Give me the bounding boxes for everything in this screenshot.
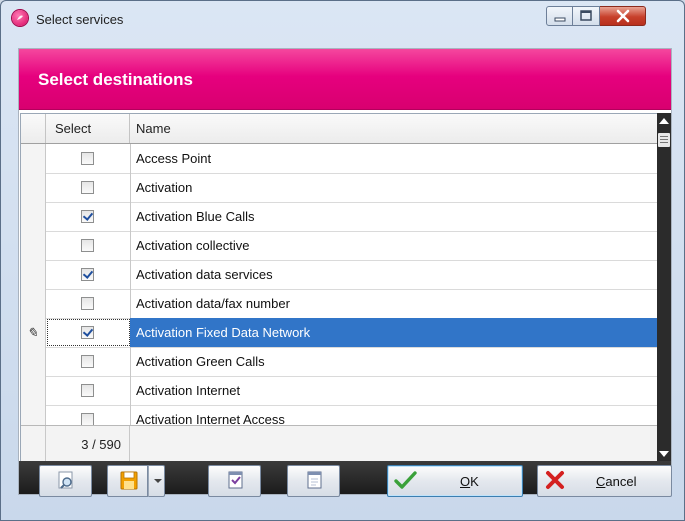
service-name-cell[interactable]: Activation [130,173,657,202]
footer-indicator-cell [21,426,46,462]
service-name-cell[interactable]: Activation data/fax number [130,289,657,318]
row-indicator[interactable] [21,289,46,318]
service-name-cell[interactable]: Activation collective [130,231,657,260]
row-indicator[interactable] [21,260,46,289]
scroll-down-icon[interactable] [659,451,669,457]
close-icon [616,9,630,23]
select-checkbox[interactable] [81,326,94,339]
select-checkbox[interactable] [81,384,94,397]
dialog-client-area: Select destinations Select Name Access P… [18,48,672,497]
column-header-select[interactable]: Select [46,114,130,143]
cancel-label: Cancel [596,474,637,489]
service-name-cell[interactable]: Activation data services [130,260,657,289]
dialog-window: Select services Select destinations Sele… [0,0,685,521]
maximize-icon [580,10,592,21]
save-options-dropdown[interactable] [148,465,165,497]
select-checkbox[interactable] [81,239,94,252]
ok-label: OK [460,474,479,489]
save-icon [120,471,138,490]
table-row[interactable]: Activation [21,173,657,203]
select-cell[interactable] [46,347,131,376]
preview-button[interactable] [39,465,92,497]
vertical-scrollbar[interactable] [657,113,671,462]
select-cell[interactable] [46,289,131,318]
select-cell[interactable] [46,260,131,289]
select-checkbox[interactable] [81,210,94,223]
app-icon [12,10,28,26]
close-button[interactable] [600,6,646,26]
service-name-cell[interactable]: Activation Internet [130,376,657,405]
row-indicator[interactable] [21,376,46,405]
service-name-cell[interactable]: Activation Blue Calls [130,202,657,231]
row-indicator[interactable] [21,202,46,231]
table-row[interactable]: Activation data/fax number [21,289,657,319]
select-cell[interactable] [46,231,131,260]
select-cell[interactable] [46,376,131,405]
table-row[interactable]: Activation Blue Calls [21,202,657,232]
minimize-icon [554,17,566,22]
bottom-toolbar: OK Cancel [19,461,672,497]
scroll-up-icon[interactable] [659,118,669,124]
grid-footer: 3 / 590 [21,425,657,462]
scroll-thumb[interactable] [658,133,670,147]
table-row[interactable]: Activation data services [21,260,657,290]
select-checkbox[interactable] [81,355,94,368]
row-indicator[interactable]: ✎ [21,318,46,347]
header-band: Select destinations [19,49,671,110]
cancel-x-icon [546,471,564,489]
destinations-grid: Select Name Access Point Activation Activa… [20,113,658,463]
select-cell[interactable] [46,202,131,231]
column-header-name[interactable]: Name [130,114,657,143]
checklist-icon [228,471,243,489]
table-row[interactable]: Activation Green Calls [21,347,657,377]
select-cell[interactable] [46,318,131,347]
service-name-cell[interactable]: Access Point [130,144,657,173]
select-checkbox[interactable] [81,268,94,281]
cancel-button[interactable]: Cancel [537,465,672,497]
chevron-down-icon [154,479,162,483]
title-bar[interactable]: Select services [1,1,684,37]
checkmark-icon [394,471,417,489]
row-indicator[interactable] [21,144,46,173]
service-name-cell[interactable]: Activation Fixed Data Network [130,318,657,347]
ok-button[interactable]: OK [387,465,523,497]
table-row[interactable]: Activation Internet [21,376,657,406]
select-checkbox[interactable] [81,152,94,165]
save-button[interactable] [107,465,148,497]
deselect-all-button[interactable] [287,465,340,497]
row-indicator[interactable] [21,347,46,376]
blank-list-icon [307,471,322,489]
minimize-button[interactable] [546,6,573,26]
row-indicator[interactable] [21,231,46,260]
select-cell[interactable] [46,144,131,173]
table-row[interactable]: Access Point [21,144,657,174]
selected-count: 3 / 590 [46,426,130,462]
select-checkbox[interactable] [81,181,94,194]
table-row[interactable]: ✎ Activation Fixed Data Network [21,318,657,348]
grid-header: Select Name [21,114,657,144]
preview-icon [58,471,73,489]
row-indicator-header [21,114,46,143]
page-title: Select destinations [38,70,193,89]
row-indicator[interactable] [21,173,46,202]
select-checkbox[interactable] [81,297,94,310]
service-name-cell[interactable]: Activation Green Calls [130,347,657,376]
select-cell[interactable] [46,173,131,202]
maximize-button[interactable] [573,6,600,26]
window-title: Select services [36,12,124,27]
select-all-button[interactable] [208,465,261,497]
table-row[interactable]: Activation collective [21,231,657,261]
edit-pencil-icon: ✎ [27,325,38,340]
